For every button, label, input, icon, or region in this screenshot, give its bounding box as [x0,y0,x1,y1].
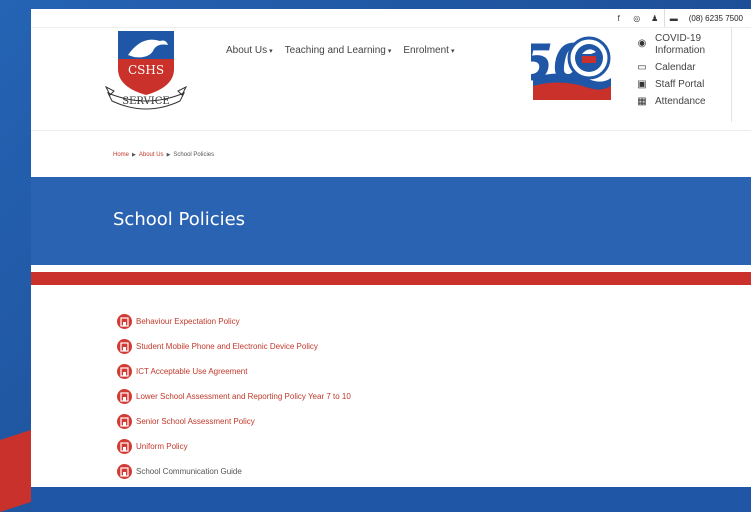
phone-number[interactable]: (08) 6235 7500 [683,14,751,23]
calendar-icon: ▭ [637,62,647,73]
globe-icon: ◉ [637,38,647,49]
policy-link[interactable]: School Communication Guide [117,459,351,484]
instagram-icon[interactable]: ◎ [628,14,646,23]
attendance-icon: ▦ [637,96,647,107]
policy-label: Student Mobile Phone and Electronic Devi… [136,342,318,351]
nav-label: About Us [226,45,268,56]
label-line: Information [655,45,706,56]
chevron-right-icon: ▶ [166,152,171,158]
page-banner: School Policies [31,177,751,265]
quick-link-attendance[interactable]: ▦ Attendance [635,96,735,108]
phone-icon: ▬ [669,13,678,23]
breadcrumb: Home ▶ About Us ▶ School Policies [113,152,214,158]
policy-link[interactable]: Senior School Assessment Policy [117,409,351,434]
browser-page: f ◎ ♟ ▬ (08) 6235 7500 CSHS SERVICE Abou… [31,9,751,487]
red-accent-bar [31,272,751,285]
divider [731,27,732,122]
staff-icon: ▣ [637,79,647,90]
quick-link-label: Staff Portal [655,79,705,90]
policy-label: Uniform Policy [136,442,188,451]
policy-link[interactable]: Uniform Policy [117,434,351,459]
document-icon [117,314,132,329]
policy-label: School Communication Guide [136,467,242,476]
policy-link[interactable]: Behaviour Expectation Policy [117,309,351,334]
policy-label: Behaviour Expectation Policy [136,317,240,326]
quick-link-label: COVID-19 Information [655,33,705,57]
quick-link-label: Calendar [655,62,696,73]
policy-label: Senior School Assessment Policy [136,417,255,426]
nav-about-us[interactable]: About Us ▾ [226,45,273,56]
page-bottom-edge [31,487,751,512]
label-line: COVID-19 [655,33,702,44]
user-icon[interactable]: ♟ [646,14,664,23]
policy-link[interactable]: Student Mobile Phone and Electronic Devi… [117,334,351,359]
breadcrumb-home[interactable]: Home [113,152,129,158]
quick-link-staff-portal[interactable]: ▣ Staff Portal [635,79,735,91]
quick-link-covid[interactable]: ◉ COVID-19 Information [635,33,735,57]
chevron-down-icon: ▾ [450,48,455,55]
facebook-icon[interactable]: f [610,14,628,23]
quick-link-calendar[interactable]: ▭ Calendar [635,62,735,74]
document-icon [117,364,132,379]
policy-label: ICT Acceptable Use Agreement [136,367,248,376]
document-icon [117,339,132,354]
document-icon [117,464,132,479]
breadcrumb-about[interactable]: About Us [139,152,164,158]
logo-text: CSHS [128,63,164,77]
main-nav: About Us ▾ Teaching and Learning ▾ Enrolme… [226,45,454,56]
fifty-years-badge: 50 [531,34,611,100]
divider [31,265,751,272]
document-icon [117,389,132,404]
chevron-down-icon: ▾ [269,48,273,55]
policy-list: Behaviour Expectation Policy Student Mob… [117,309,351,484]
nav-teaching-learning[interactable]: Teaching and Learning ▾ [285,45,392,56]
top-utility-bar: f ◎ ♟ ▬ (08) 6235 7500 [610,9,751,27]
chevron-right-icon: ▶ [132,152,136,158]
quick-link-label: Attendance [655,96,706,107]
chevron-down-icon: ▾ [387,48,392,55]
breadcrumb-current: School Policies [173,152,215,158]
policy-link[interactable]: ICT Acceptable Use Agreement [117,359,351,384]
nav-enrolment[interactable]: Enrolment ▾ [403,45,454,56]
policy-label: Lower School Assessment and Reporting Po… [136,392,351,401]
nav-label: Teaching and Learning [284,45,386,56]
logo-banner-text: SERVICE [122,96,169,107]
school-logo[interactable]: CSHS SERVICE [104,29,188,111]
document-icon [117,439,132,454]
divider [31,130,751,131]
policy-link[interactable]: Lower School Assessment and Reporting Po… [117,384,351,409]
quick-links: ◉ COVID-19 Information ▭ Calendar ▣ Staff… [635,28,735,113]
page-title: School Policies [113,209,246,230]
document-icon [117,414,132,429]
nav-label: Enrolment [403,45,449,56]
